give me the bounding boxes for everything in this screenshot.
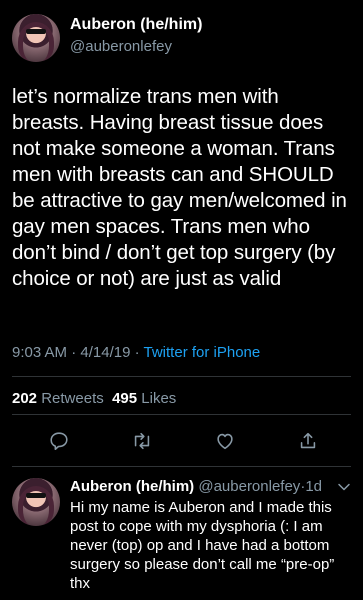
tweet-text: let’s normalize trans men with breasts. … bbox=[12, 85, 347, 290]
likes-stat[interactable]: 495 Likes bbox=[112, 390, 176, 407]
retweets-label: Retweets bbox=[41, 390, 104, 407]
divider bbox=[12, 414, 351, 415]
avatar-censor-bar bbox=[26, 493, 46, 498]
tweet-date: 4/14/19 bbox=[80, 344, 131, 361]
avatar-hair bbox=[18, 486, 54, 526]
reply-icon[interactable] bbox=[46, 428, 72, 454]
reply-text: Hi my name is Auberon and I made this po… bbox=[70, 499, 335, 592]
meta-separator: · bbox=[71, 344, 77, 361]
likes-count: 495 bbox=[112, 390, 138, 407]
retweets-count: 202 bbox=[12, 390, 38, 407]
tweet-source-link[interactable]: Twitter for iPhone bbox=[144, 344, 261, 361]
share-icon[interactable] bbox=[295, 428, 321, 454]
tweet-time: 9:03 AM bbox=[12, 344, 68, 361]
avatar[interactable] bbox=[12, 14, 60, 62]
avatar-hair bbox=[18, 22, 54, 62]
tweet-meta: 9:03 AM · 4/14/19 · Twitter for iPhone bbox=[12, 344, 260, 361]
retweets-stat[interactable]: 202 Retweets bbox=[12, 390, 104, 407]
chevron-down-icon[interactable] bbox=[337, 480, 351, 494]
meta-separator: · bbox=[134, 344, 140, 361]
divider bbox=[12, 376, 351, 377]
likes-label: Likes bbox=[141, 390, 177, 407]
tweet-stats: 202 Retweets 495 Likes bbox=[12, 390, 176, 407]
like-icon[interactable] bbox=[212, 428, 238, 454]
reply-author-handle[interactable]: @auberonlefey bbox=[198, 478, 300, 495]
retweet-icon[interactable] bbox=[129, 428, 155, 454]
author-handle[interactable]: @auberonlefey bbox=[70, 38, 172, 55]
avatar-censor-bar bbox=[26, 29, 46, 34]
action-bar bbox=[12, 428, 351, 458]
avatar[interactable] bbox=[12, 478, 60, 526]
author-name[interactable]: Auberon (he/him) bbox=[70, 16, 202, 34]
reply-age: 1d bbox=[305, 478, 322, 495]
reply-author-name[interactable]: Auberon (he/him) bbox=[70, 478, 194, 495]
divider bbox=[12, 466, 351, 467]
reply-header: Auberon (he/him) @auberonlefey·1d bbox=[70, 478, 322, 495]
tweet-header: Auberon (he/him) @auberonlefey bbox=[12, 14, 351, 64]
